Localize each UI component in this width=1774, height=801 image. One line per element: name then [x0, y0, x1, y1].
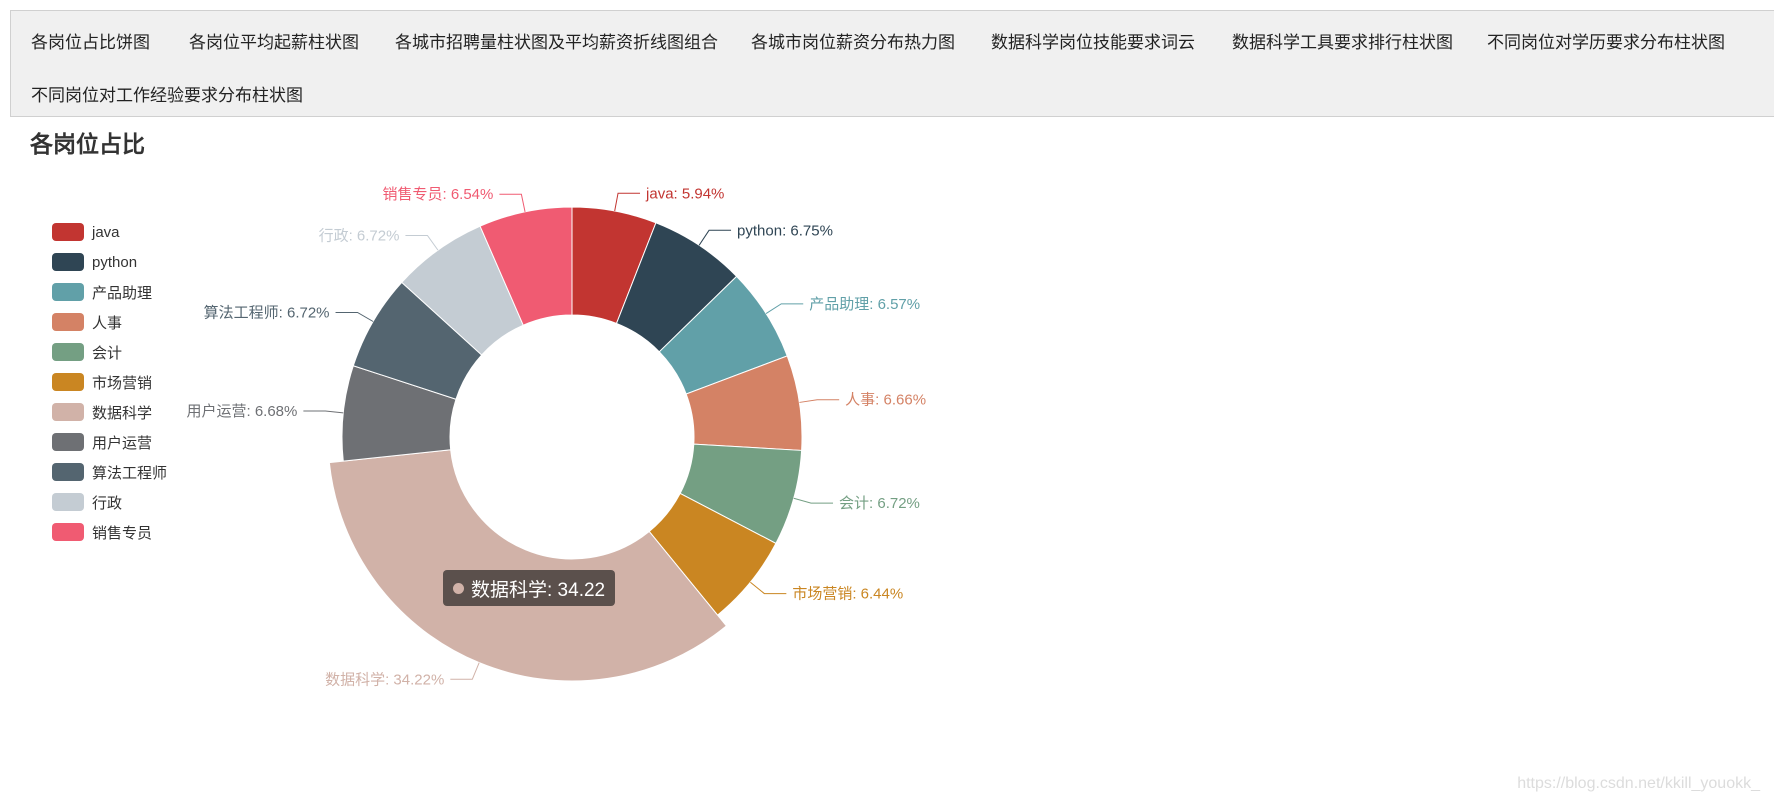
- label-leader-line: [698, 229, 732, 246]
- label-leader-line: [499, 193, 526, 212]
- chart-tooltip: 数据科学: 34.22: [443, 570, 616, 606]
- label-leader-line: [750, 581, 787, 595]
- tooltip-marker: [453, 582, 464, 594]
- label-leader-line: [450, 662, 480, 680]
- slice-label-item-5: 市场营销: 6.44%: [792, 586, 903, 603]
- label-leader-line: [303, 410, 344, 414]
- label-leader-line: [765, 303, 804, 314]
- slice-label-python: python: 6.75%: [737, 222, 833, 239]
- slice-label-item-4: 会计: 6.72%: [839, 495, 920, 512]
- label-leader-line: [614, 192, 641, 212]
- pie-slice-item-6[interactable]: [328, 449, 728, 682]
- slice-label-item-9: 行政: 6.72%: [319, 227, 400, 244]
- donut-chart: java: 5.94% python: 6.75% 产品助理: 6.57% 人事: 6…: [186, 185, 926, 688]
- label-leader-line: [793, 497, 834, 504]
- tooltip-text: 数据科学: 34.22: [471, 579, 606, 601]
- slice-label-java: java: 5.94%: [645, 185, 724, 202]
- slice-label-item-8: 算法工程师: 6.72%: [204, 303, 330, 321]
- slice-label-item-3: 人事: 6.66%: [845, 392, 926, 409]
- label-leader-line: [335, 311, 374, 322]
- slice-label-item-7: 用户运营: 6.68%: [186, 403, 297, 420]
- slice-label-item-6: 数据科学: 34.22%: [325, 671, 444, 688]
- watermark: https://blog.csdn.net/kkill_youokk_: [1517, 775, 1760, 792]
- label-leader-line: [405, 234, 439, 251]
- label-leader-line: [799, 399, 840, 403]
- slice-label-item-2: 产品助理: 6.57%: [809, 296, 920, 313]
- slice-label-item-10: 销售专员: 6.54%: [383, 186, 494, 203]
